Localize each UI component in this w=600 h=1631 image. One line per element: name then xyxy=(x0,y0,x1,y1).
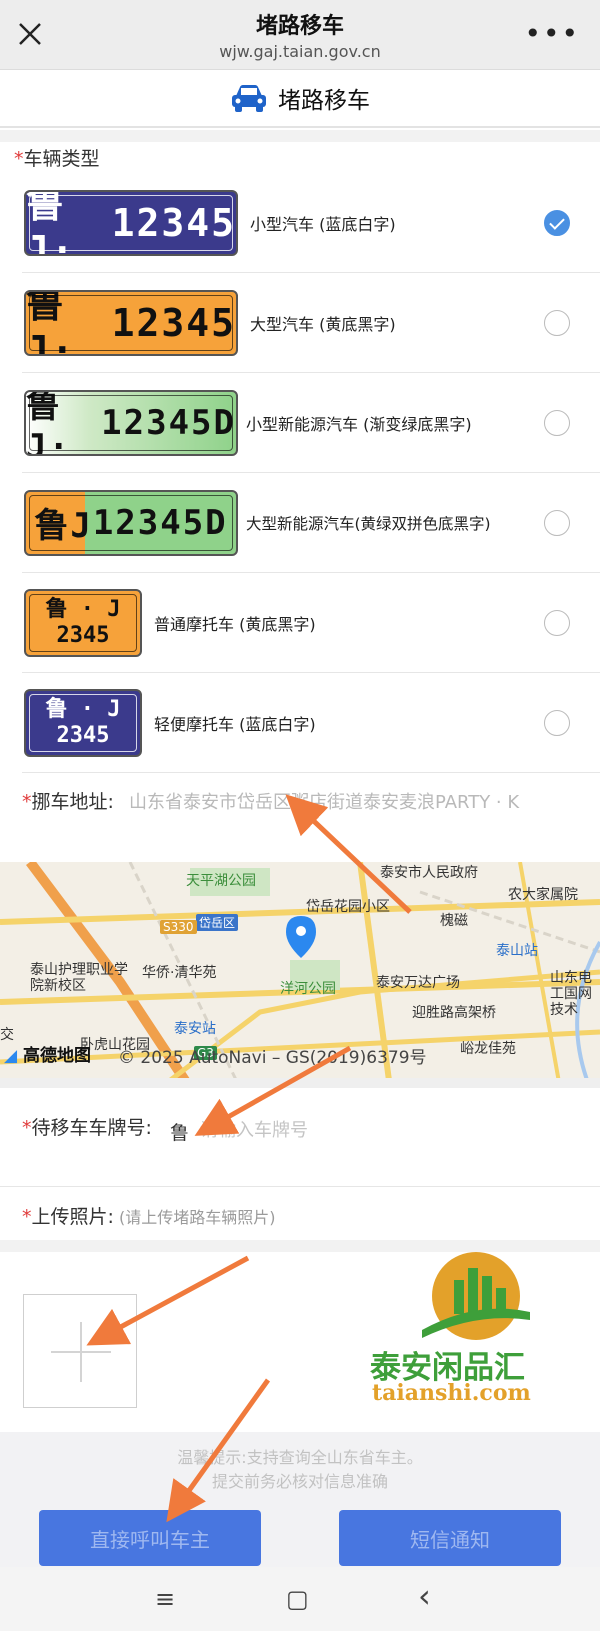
radio-checked-icon[interactable] xyxy=(544,209,570,236)
photo-hint: (请上传堵路车辆照片) xyxy=(119,1208,276,1227)
sms-notify-button[interactable]: 短信通知 xyxy=(339,1510,561,1566)
vehicle-option-light-motorcycle[interactable]: 鲁 · J 2345 轻便摩托车 (蓝底白字) xyxy=(22,673,600,773)
vehicle-option-label: 普通摩托车 (黄底黑字) xyxy=(154,614,316,634)
vehicle-option-large-car[interactable]: 鲁J· 12345 大型汽车 (黄底黑字) xyxy=(22,273,600,373)
system-nav-bar: ≡ ▢ ‹ xyxy=(0,1567,600,1631)
map-label: 泰安市人民政府 xyxy=(380,865,478,881)
radio-icon[interactable] xyxy=(544,609,570,636)
map-label: 峪龙佳苑 xyxy=(460,1041,516,1057)
plate-image-yellow: 鲁J· 12345 xyxy=(24,289,238,356)
radio-icon[interactable] xyxy=(544,709,570,736)
vehicle-option-label: 小型新能源汽车 (渐变绿底黑字) xyxy=(246,414,472,434)
map-label: 山东电工国网技术 xyxy=(550,970,592,1018)
upload-photo-button[interactable] xyxy=(23,1294,137,1408)
map-label: 泰山站 xyxy=(496,943,538,959)
plate-image-yellow-green: 鲁J 12345D xyxy=(24,489,238,556)
radio-icon[interactable] xyxy=(544,509,570,536)
call-owner-button[interactable]: 直接呼叫车主 xyxy=(39,1510,261,1566)
back-icon[interactable]: ‹ xyxy=(418,1577,431,1615)
map-label: 岱岳花园小区 xyxy=(306,899,390,915)
photo-row: *上传照片: (请上传堵路车辆照片) xyxy=(22,1202,578,1229)
plate-number-row: *待移车车牌号: 鲁 xyxy=(22,1114,578,1174)
map-label: 天平湖公园 xyxy=(186,873,256,889)
photo-label-text: 上传照片: xyxy=(31,1206,114,1228)
browser-top-bar: 堵路移车 wjw.gaj.taian.gov.cn ••• xyxy=(0,0,600,70)
watermark-domain: taianshi.com xyxy=(372,1380,531,1406)
location-map[interactable]: 天平湖公园 泰安市人民政府 农大家属院 岱岳花园小区 槐磁 泰山站 岱岳区 S3… xyxy=(0,862,600,1088)
plate-prefix-selector[interactable]: 鲁 xyxy=(170,1118,189,1145)
map-label: 泰安万达广场 xyxy=(376,975,460,991)
home-icon[interactable]: ▢ xyxy=(286,1585,309,1613)
vehicle-option-label: 大型汽车 (黄底黑字) xyxy=(250,314,396,334)
plate-number-input[interactable] xyxy=(200,1114,520,1146)
vehicle-type-list: 鲁J· 12345 小型汽车 (蓝底白字) 鲁J· 12345 大型汽车 (黄底黑字… xyxy=(22,173,600,773)
vehicle-option-label: 轻便摩托车 (蓝底白字) xyxy=(154,714,316,734)
map-label: 槐磁 xyxy=(440,913,468,929)
browser-title: 堵路移车 xyxy=(255,14,344,39)
map-district-badge: 岱岳区 xyxy=(196,914,239,931)
required-mark: * xyxy=(14,148,24,170)
required-mark: * xyxy=(22,1206,32,1228)
address-label-text: 挪车地址: xyxy=(31,791,114,813)
browser-url: wjw.gaj.taian.gov.cn xyxy=(219,42,381,61)
page-title: 堵路移车 xyxy=(278,88,370,114)
amap-logo: ◢ 高德地图 xyxy=(4,1041,91,1066)
map-road-badge: S330 xyxy=(160,920,197,934)
car-icon xyxy=(232,85,266,112)
address-value[interactable]: 山东省泰安市岱岳区粥店街道泰安麦浪PARTY · K xyxy=(129,788,569,814)
vehicle-option-large-ev[interactable]: 鲁J 12345D 大型新能源汽车(黄绿双拼色底黑字) xyxy=(22,473,600,573)
map-label: 泰安站 xyxy=(174,1021,216,1037)
address-label: *挪车地址: xyxy=(22,788,118,816)
photo-label: *上传照片: xyxy=(22,1206,114,1228)
more-menu-icon[interactable]: ••• xyxy=(524,20,580,48)
amap-logo-icon: ◢ xyxy=(4,1046,18,1066)
map-copyright: © 2025 AutoNavi – GS(2019)6379号 xyxy=(118,1048,427,1068)
tip-line-2: 提交前务必核对信息准确 xyxy=(211,1472,388,1491)
plate-image-moto-yellow: 鲁 · J 2345 xyxy=(24,588,142,657)
watermark: 泰安闲品汇 taianshi.com xyxy=(370,1250,582,1406)
plate-image-moto-blue: 鲁 · J 2345 xyxy=(24,688,142,757)
map-label: 农大家属院 xyxy=(508,887,578,903)
watermark-logo xyxy=(422,1252,530,1340)
vehicle-option-small-ev[interactable]: 鲁J· 12345D 小型新能源汽车 (渐变绿底黑字) xyxy=(22,373,600,473)
radio-icon[interactable] xyxy=(544,309,570,336)
bottom-action-area: 温馨提示:支持查询全山东省车主。 提交前务必核对信息准确 直接呼叫车主 短信通知 xyxy=(0,1432,600,1567)
required-mark: * xyxy=(22,791,32,813)
plate-number-label-text: 待移车车牌号: xyxy=(31,1117,152,1139)
map-label: 迎胜路高架桥 xyxy=(412,1005,496,1021)
vehicle-type-label: *车辆类型 xyxy=(14,144,100,171)
vehicle-option-small-car[interactable]: 鲁J· 12345 小型汽车 (蓝底白字) xyxy=(22,173,600,273)
map-label: 华侨·清华苑 xyxy=(142,965,217,981)
map-label: 泰山护理职业学院新校区 xyxy=(30,962,128,994)
vehicle-option-label: 大型新能源汽车(黄绿双拼色底黑字) xyxy=(246,514,491,533)
vehicle-type-label-text: 车辆类型 xyxy=(23,148,100,170)
plate-image-green: 鲁J· 12345D xyxy=(24,389,238,456)
plate-image-blue: 鲁J· 12345 xyxy=(24,189,238,256)
vehicle-option-label: 小型汽车 (蓝底白字) xyxy=(250,214,396,234)
amap-logo-text: 高德地图 xyxy=(23,1046,91,1066)
map-label: 洋河公园 xyxy=(280,981,336,997)
address-row[interactable]: *挪车地址: 山东省泰安市岱岳区粥店街道泰安麦浪PARTY · K xyxy=(22,788,578,848)
plate-number-label: *待移车车牌号: xyxy=(22,1114,152,1142)
radio-icon[interactable] xyxy=(544,409,570,436)
divider xyxy=(0,1186,600,1187)
vehicle-option-motorcycle[interactable]: 鲁 · J 2345 普通摩托车 (黄底黑字) xyxy=(22,573,600,673)
required-mark: * xyxy=(22,1117,32,1139)
page-header: 堵路移车 xyxy=(0,70,600,128)
divider xyxy=(0,130,600,142)
tip-line-1: 温馨提示:支持查询全山东省车主。 xyxy=(177,1448,423,1467)
menu-icon[interactable]: ≡ xyxy=(155,1585,175,1613)
